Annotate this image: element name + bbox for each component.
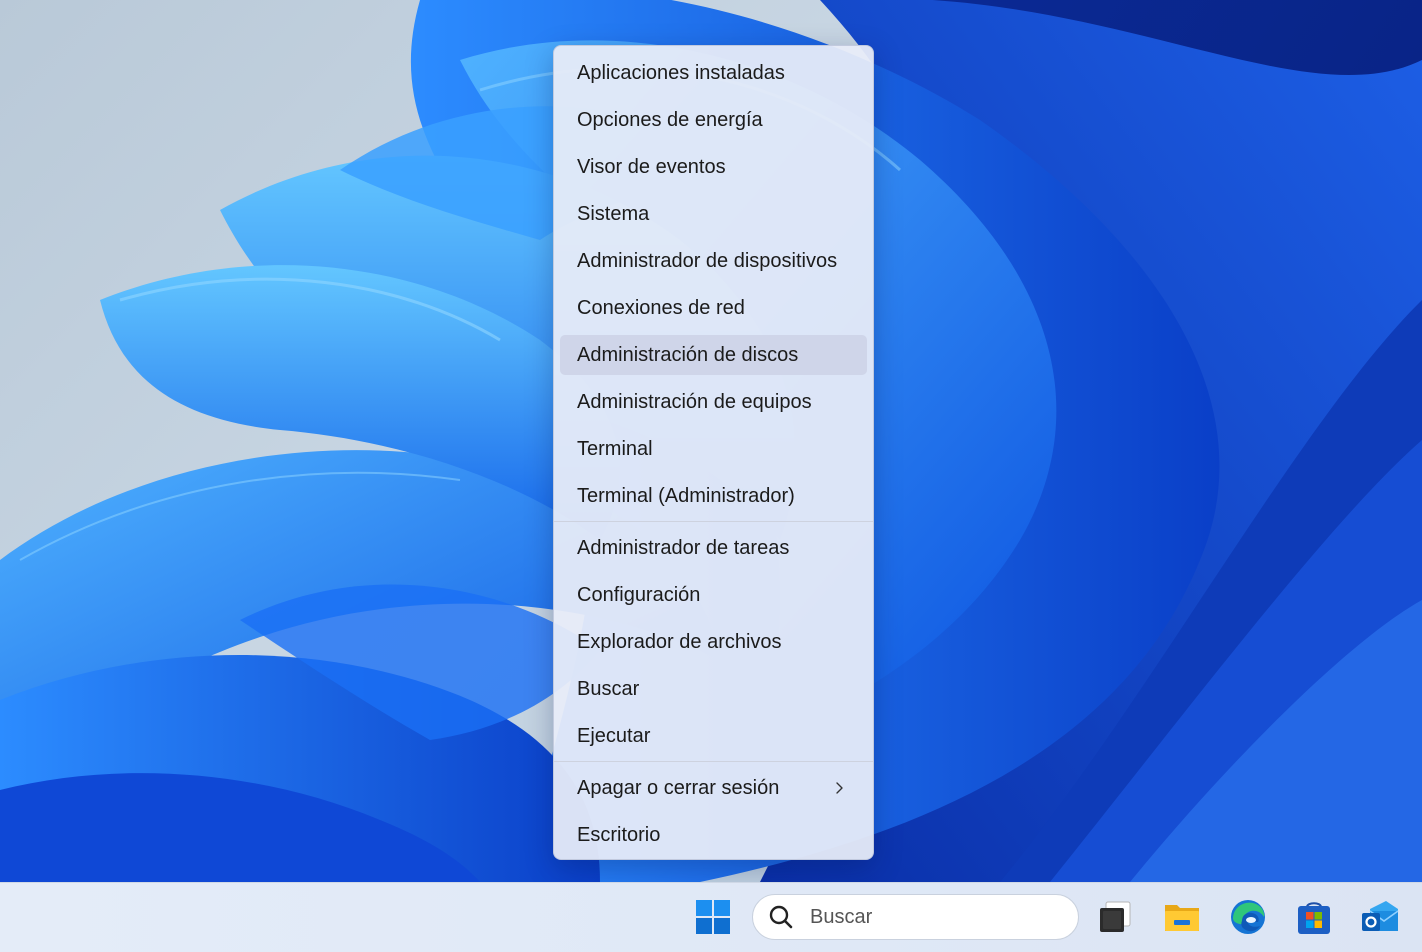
menu-item-label: Terminal (Administrador) <box>577 484 795 507</box>
start-button[interactable] <box>693 897 733 937</box>
search-input[interactable] <box>808 904 1052 930</box>
menu-item-task-manager[interactable]: Administrador de tareas <box>560 528 867 568</box>
menu-item-label: Explorador de archivos <box>577 630 782 653</box>
menu-item-label: Administración de equipos <box>577 390 812 413</box>
desktop: Aplicaciones instaladas Opciones de ener… <box>0 0 1422 952</box>
power-user-context-menu: Aplicaciones instaladas Opciones de ener… <box>553 45 874 860</box>
menu-item-label: Visor de eventos <box>577 155 726 178</box>
menu-item-device-manager[interactable]: Administrador de dispositivos <box>560 241 867 281</box>
microsoft-store-icon <box>1298 902 1330 934</box>
edge-button[interactable] <box>1228 897 1268 937</box>
menu-item-terminal[interactable]: Terminal <box>560 429 867 469</box>
menu-item-label: Configuración <box>577 583 701 606</box>
task-view-button[interactable] <box>1095 897 1135 937</box>
menu-item-terminal-admin[interactable]: Terminal (Administrador) <box>560 476 867 516</box>
menu-separator <box>554 761 873 762</box>
menu-item-settings[interactable]: Configuración <box>560 575 867 615</box>
taskbar-search-box[interactable] <box>752 894 1079 940</box>
menu-item-installed-apps[interactable]: Aplicaciones instaladas <box>560 53 867 93</box>
menu-item-label: Administración de discos <box>577 343 799 366</box>
file-explorer-button[interactable] <box>1162 897 1202 937</box>
menu-item-shutdown-signout[interactable]: Apagar o cerrar sesión <box>560 768 867 808</box>
menu-item-system[interactable]: Sistema <box>560 194 867 234</box>
file-explorer-icon <box>1165 905 1199 931</box>
start-icon <box>696 900 730 934</box>
task-view-icon <box>1100 901 1131 932</box>
menu-item-label: Administrador de dispositivos <box>577 249 838 272</box>
menu-item-event-viewer[interactable]: Visor de eventos <box>560 147 867 187</box>
menu-item-file-explorer[interactable]: Explorador de archivos <box>560 622 867 662</box>
menu-item-run[interactable]: Ejecutar <box>560 716 867 756</box>
taskbar <box>0 882 1422 952</box>
menu-item-desktop[interactable]: Escritorio <box>560 815 867 855</box>
menu-item-label: Terminal <box>577 437 653 460</box>
menu-separator <box>554 521 873 522</box>
menu-item-label: Apagar o cerrar sesión <box>577 776 780 799</box>
menu-item-label: Buscar <box>577 677 640 700</box>
menu-item-power-options[interactable]: Opciones de energía <box>560 100 867 140</box>
menu-item-computer-management[interactable]: Administración de equipos <box>560 382 867 422</box>
menu-item-label: Ejecutar <box>577 724 651 747</box>
menu-item-label: Administrador de tareas <box>577 536 790 559</box>
menu-item-network-connections[interactable]: Conexiones de red <box>560 288 867 328</box>
edge-icon <box>1231 900 1265 934</box>
menu-item-label: Conexiones de red <box>577 296 745 319</box>
menu-item-label: Aplicaciones instaladas <box>577 61 785 84</box>
menu-item-label: Escritorio <box>577 823 661 846</box>
microsoft-store-button[interactable] <box>1294 897 1334 937</box>
search-icon <box>768 904 794 930</box>
menu-item-label: Opciones de energía <box>577 108 763 131</box>
menu-item-label: Sistema <box>577 202 650 225</box>
menu-item-disk-management[interactable]: Administración de discos <box>560 335 867 375</box>
outlook-icon <box>1362 901 1399 931</box>
outlook-button[interactable] <box>1360 897 1400 937</box>
menu-item-search[interactable]: Buscar <box>560 669 867 709</box>
chevron-right-icon <box>836 782 843 794</box>
